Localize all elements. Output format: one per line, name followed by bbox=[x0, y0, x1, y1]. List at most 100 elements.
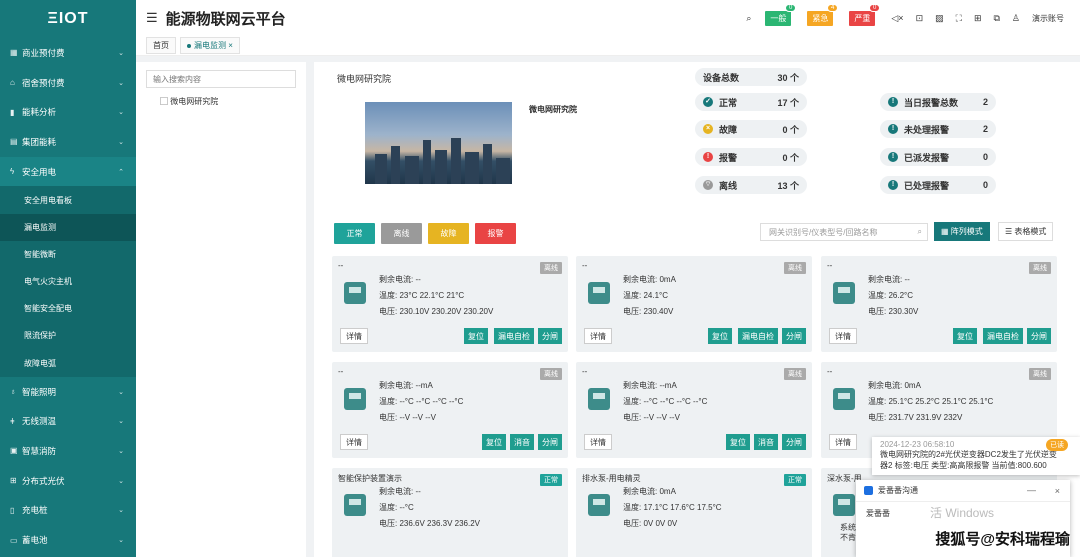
sidebar: ΞIOT ▦ 商业预付费 ⌄ ⌂ 宿舍预付费 ⌄ ▮ 能耗分析 ⌄ ▤ 集团能耗 ⌄ ϟ 安全用电… bbox=[0, 0, 136, 557]
mute-icon[interactable]: ◁× bbox=[891, 13, 903, 24]
tab-home[interactable]: 首页 bbox=[146, 37, 176, 54]
volt-value: --V --V --V bbox=[399, 413, 436, 422]
action-button[interactable]: 消音 bbox=[510, 434, 534, 450]
sidebar-item-temp[interactable]: ǂ 无线测温 ⌄ bbox=[0, 406, 136, 436]
card-title: -- bbox=[338, 261, 344, 270]
menu-icon[interactable]: ☰ bbox=[146, 10, 158, 26]
temp-value: --°C --°C --°C --°C bbox=[399, 397, 464, 406]
home-icon: ⌂ bbox=[10, 78, 15, 88]
alarm-urgent-button[interactable]: 紧急 4 bbox=[807, 3, 839, 26]
sidebar-item-energy-analysis[interactable]: ▮ 能耗分析 ⌄ bbox=[0, 97, 136, 127]
app-logo: ΞIOT bbox=[47, 10, 89, 27]
close-icon[interactable]: × bbox=[1055, 486, 1060, 496]
volt-value: 230.40V bbox=[643, 307, 674, 316]
temp-label: 温度: bbox=[623, 291, 642, 300]
site-image bbox=[365, 102, 512, 184]
device-search-input[interactable]: 网关识别号/仪表型号/回路名称 ⌕ bbox=[760, 223, 928, 241]
sidebar-item-group-energy[interactable]: ▤ 集团能耗 ⌄ bbox=[0, 127, 136, 157]
sidebar-item-dorm[interactable]: ⌂ 宿舍预付费 ⌄ bbox=[0, 68, 136, 98]
chevron-down-icon: ⌄ bbox=[118, 447, 124, 455]
sidebar-item-battery[interactable]: ▭ 蓄电池 ⌄ bbox=[0, 525, 136, 555]
action-button[interactable]: 漏电自检 bbox=[738, 328, 778, 344]
filter-alarm-button[interactable]: 报警 bbox=[475, 223, 516, 244]
action-button[interactable]: 消音 bbox=[754, 434, 778, 450]
temp-label: 温度: bbox=[379, 397, 398, 406]
image-icon[interactable]: ▨ bbox=[935, 13, 944, 24]
check-icon: ✓ bbox=[703, 97, 713, 107]
tree-search-input[interactable] bbox=[146, 70, 296, 88]
chevron-down-icon: ⌄ bbox=[118, 138, 124, 146]
alarm-severe-button[interactable]: 严重 0 bbox=[849, 3, 881, 26]
sidebar-sub-breaker[interactable]: 智能微断 bbox=[0, 241, 136, 268]
user-name[interactable]: 演示账号 bbox=[1032, 13, 1064, 24]
chart-icon: ▮ bbox=[10, 107, 15, 117]
notification-text: 微电网研究院的2#光伏逆变器DC2发生了光伏逆变 bbox=[880, 450, 1057, 459]
action-button[interactable]: 复位 bbox=[482, 434, 506, 450]
action-button[interactable]: 分闸 bbox=[782, 328, 806, 344]
sidebar-item-safety[interactable]: ϟ 安全用电 ⌃ bbox=[0, 156, 136, 187]
action-button[interactable]: 复位 bbox=[953, 328, 977, 344]
temp-label: 温度: bbox=[623, 397, 642, 406]
card-title: -- bbox=[582, 367, 588, 376]
action-button[interactable]: 分闸 bbox=[782, 434, 806, 450]
sidebar-sub-fire-host[interactable]: 电气火灾主机 bbox=[0, 268, 136, 295]
detail-button[interactable]: 详情 bbox=[340, 328, 368, 344]
tree-node[interactable]: ▢ 微电网研究院 bbox=[160, 96, 296, 107]
detail-button[interactable]: 详情 bbox=[584, 328, 612, 344]
leak-value: 0mA bbox=[659, 275, 676, 284]
close-icon[interactable]: × bbox=[228, 41, 233, 50]
detail-button[interactable]: 详情 bbox=[340, 434, 368, 450]
alarm-general-button[interactable]: 一般 0 bbox=[765, 3, 797, 26]
action-button[interactable]: 分闸 bbox=[1027, 328, 1051, 344]
action-button[interactable]: 分闸 bbox=[538, 434, 562, 450]
app-root: ΞIOT ▦ 商业预付费 ⌄ ⌂ 宿舍预付费 ⌄ ▮ 能耗分析 ⌄ ▤ 集团能耗 ⌄ ϟ 安全用电… bbox=[0, 0, 1080, 557]
search-icon[interactable]: ⌕ bbox=[746, 13, 751, 24]
meter-icon bbox=[833, 388, 855, 410]
translate-icon[interactable]: ⧉ bbox=[993, 13, 999, 24]
temp-row: 温度: 26.2°C bbox=[868, 290, 913, 301]
alarm-notification[interactable]: 2024-12-23 06:58:10 已读 微电网研究院的2#光伏逆变器DC2… bbox=[872, 437, 1080, 475]
action-button[interactable]: 复位 bbox=[464, 328, 488, 344]
leak-value: --mA bbox=[659, 381, 677, 390]
sidebar-sub-arc[interactable]: 故障电弧 bbox=[0, 350, 136, 377]
detail-button[interactable]: 详情 bbox=[584, 434, 612, 450]
solar-icon: ⊞ bbox=[10, 476, 17, 486]
minimize-icon[interactable]: — bbox=[1027, 485, 1036, 495]
detail-button[interactable]: 详情 bbox=[829, 434, 857, 450]
sidebar-item-commercial[interactable]: ▦ 商业预付费 ⌄ bbox=[0, 38, 136, 68]
card-title: 排水泵-用电精灵 bbox=[582, 474, 641, 483]
sidebar-item-solar[interactable]: ⊞ 分布式光伏 ⌄ bbox=[0, 466, 136, 496]
sidebar-item-fire[interactable]: ▣ 智慧消防 ⌄ bbox=[0, 436, 136, 466]
filter-fault-button[interactable]: 故障 bbox=[428, 223, 469, 244]
action-button[interactable]: 复位 bbox=[708, 328, 732, 344]
volt-label: 电压: bbox=[379, 413, 398, 422]
thermometer-icon: ǂ bbox=[10, 416, 15, 426]
action-button[interactable]: 分闸 bbox=[538, 328, 562, 344]
chat-agent-name: 爱番番 bbox=[866, 509, 890, 518]
grid-icon[interactable]: ⊞ bbox=[974, 13, 982, 24]
grid-mode-button[interactable]: ▦ 阵列模式 bbox=[934, 222, 990, 241]
fullscreen-icon[interactable]: ⛶ bbox=[956, 13, 962, 24]
leak-value: 0mA bbox=[659, 487, 676, 496]
action-button[interactable]: 漏电自检 bbox=[983, 328, 1023, 344]
volt-row: 电压: 230.10V 230.20V 230.20V bbox=[379, 306, 493, 317]
leak-row: 剩余电流: -- bbox=[868, 274, 910, 285]
shirt-icon[interactable]: ♙ bbox=[1012, 13, 1020, 24]
charger-icon: ▯ bbox=[10, 505, 15, 515]
tab-leakage[interactable]: 漏电监测 × bbox=[180, 37, 240, 54]
action-button[interactable]: 复位 bbox=[726, 434, 750, 450]
filter-offline-button[interactable]: 离线 bbox=[381, 223, 422, 244]
sidebar-sub-safe-dist[interactable]: 智能安全配电 bbox=[0, 295, 136, 322]
sidebar-item-lighting[interactable]: ♁ 智能照明 ⌄ bbox=[0, 377, 136, 407]
action-button[interactable]: 漏电自检 bbox=[494, 328, 534, 344]
volt-value: --V --V --V bbox=[643, 413, 680, 422]
screen-icon[interactable]: ⊡ bbox=[916, 13, 924, 24]
chat-line-2: 不肯 bbox=[840, 533, 856, 542]
sidebar-item-charger[interactable]: ▯ 充电桩 ⌄ bbox=[0, 496, 136, 526]
detail-button[interactable]: 详情 bbox=[829, 328, 857, 344]
sidebar-sub-dashboard[interactable]: 安全用电看板 bbox=[0, 186, 136, 213]
table-mode-button[interactable]: ☰ 表格模式 bbox=[998, 222, 1054, 241]
sidebar-sub-current-limit[interactable]: 限流保护 bbox=[0, 322, 136, 349]
filter-normal-button[interactable]: 正常 bbox=[334, 223, 375, 244]
sidebar-sub-leakage[interactable]: 漏电监测 bbox=[0, 213, 136, 241]
